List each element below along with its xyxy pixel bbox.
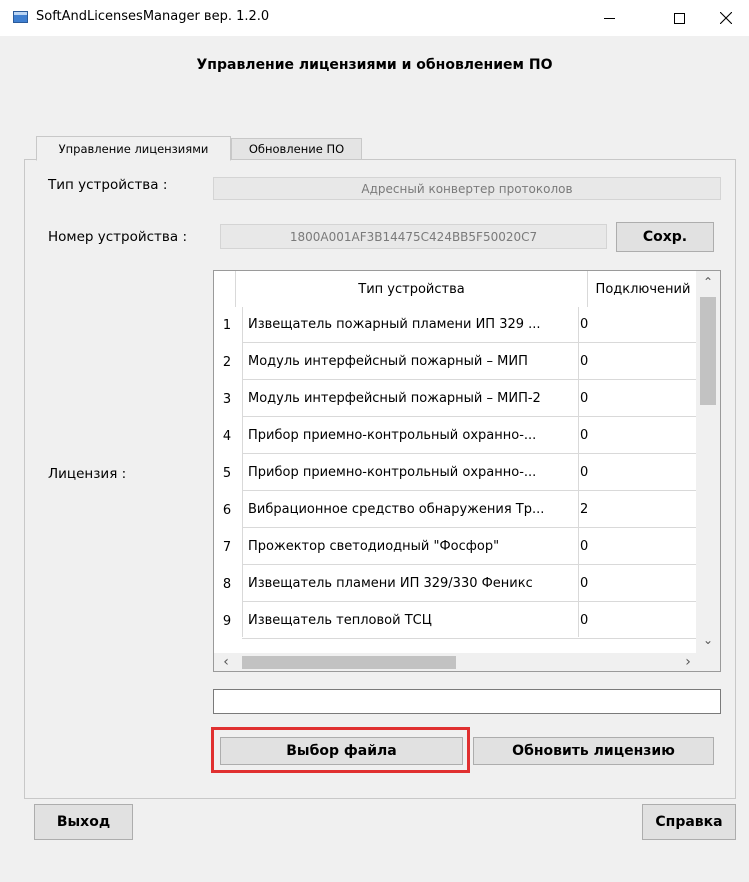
horizontal-scroll-thumb[interactable]: [242, 656, 456, 669]
page-title: Управление лицензиями и обновлением ПО: [196, 57, 553, 73]
connections-cell: 0: [578, 455, 696, 491]
table-row[interactable]: 5 Прибор приемно-контрольный охранно-...…: [214, 455, 696, 492]
header-connections[interactable]: Подключений: [588, 271, 698, 307]
device-type-cell: Извещатель пламени ИП 329/330 Феникс: [242, 566, 582, 602]
row-number: 4: [222, 429, 232, 444]
table-row[interactable]: 4 Прибор приемно-контрольный охранно-...…: [214, 418, 696, 455]
minimize-button[interactable]: [586, 0, 632, 36]
table-row[interactable]: 2 Модуль интерфейсный пожарный – МИП 0: [214, 344, 696, 381]
connections-cell: 0: [578, 529, 696, 565]
device-type-cell: Прибор приемно-контрольный охранно-...: [242, 418, 582, 454]
row-number: 8: [222, 577, 232, 592]
highlight-frame: [211, 727, 470, 773]
exit-button[interactable]: Выход: [34, 804, 133, 840]
device-type-cell: Модуль интерфейсный пожарный – МИП-2: [242, 381, 582, 417]
table-row[interactable]: 7 Прожектор светодиодный "Фосфор" 0: [214, 529, 696, 566]
device-type-cell: Вибрационное средство обнаружения Тр...: [242, 492, 582, 528]
table-body: 1 Извещатель пожарный пламени ИП 329 ...…: [214, 307, 696, 640]
table-header: Тип устройства Подключений: [214, 271, 696, 307]
horizontal-scrollbar[interactable]: ‹ ›: [214, 653, 696, 671]
table-row[interactable]: 3 Модуль интерфейсный пожарный – МИП-2 0: [214, 381, 696, 418]
device-number-field: 1800A001AF3B14475C424BB5F50020C7: [220, 224, 607, 249]
header-device-type[interactable]: Тип устройства: [236, 271, 588, 307]
tab-software-update[interactable]: Обновление ПО: [231, 138, 362, 160]
title-bar: SoftAndLicensesManager вер. 1.2.0: [0, 0, 749, 36]
device-type-cell: Прибор приемно-контрольный охранно-...: [242, 455, 582, 491]
license-table[interactable]: Тип устройства Подключений 1 Извещатель …: [213, 270, 721, 672]
minimize-icon: [603, 17, 615, 19]
device-type-cell: Извещатель пожарный пламени ИП 329 ...: [242, 307, 582, 343]
connections-cell: 0: [578, 307, 696, 343]
connections-cell: 0: [578, 381, 696, 417]
scroll-left-icon[interactable]: ‹: [214, 654, 238, 670]
table-row[interactable]: 6 Вибрационное средство обнаружения Тр..…: [214, 492, 696, 529]
table-row[interactable]: 1 Извещатель пожарный пламени ИП 329 ...…: [214, 307, 696, 344]
license-label: Лицензия :: [48, 466, 127, 482]
update-license-button[interactable]: Обновить лицензию: [473, 737, 714, 765]
close-icon: [720, 12, 732, 24]
connections-cell: 0: [578, 344, 696, 380]
device-type-cell: Извещатель тепловой ТСЦ: [242, 603, 582, 639]
row-number: 6: [222, 503, 232, 518]
device-type-cell: Модуль интерфейсный пожарный – МИП: [242, 344, 582, 380]
device-type-field: Адресный конвертер протоколов: [213, 177, 721, 200]
device-number-label: Номер устройства :: [48, 229, 187, 245]
header-row-number: [214, 271, 236, 307]
vertical-scroll-thumb[interactable]: [700, 297, 716, 405]
scroll-up-icon[interactable]: ⌃: [696, 275, 720, 289]
close-button[interactable]: [703, 0, 749, 36]
connections-cell: 0: [578, 418, 696, 454]
row-number: 7: [222, 540, 232, 555]
vertical-scrollbar[interactable]: ⌃ ⌄: [696, 271, 720, 653]
scroll-down-icon[interactable]: ⌄: [696, 633, 720, 647]
save-button[interactable]: Сохр.: [616, 222, 714, 252]
connections-cell: 0: [578, 603, 696, 639]
tab-license-management[interactable]: Управление лицензиями: [36, 136, 231, 161]
row-number: 3: [222, 392, 232, 407]
scroll-corner: [696, 653, 720, 671]
window-title: SoftAndLicensesManager вер. 1.2.0: [36, 9, 270, 24]
row-number: 1: [222, 318, 232, 333]
table-row[interactable]: 8 Извещатель пламени ИП 329/330 Феникс 0: [214, 566, 696, 603]
table-row[interactable]: 9 Извещатель тепловой ТСЦ 0: [214, 603, 696, 640]
help-button[interactable]: Справка: [642, 804, 736, 840]
device-type-label: Тип устройства :: [48, 177, 168, 193]
connections-cell: 0: [578, 566, 696, 602]
maximize-icon: [673, 12, 685, 24]
file-path-field[interactable]: [213, 689, 721, 714]
device-type-cell: Прожектор светодиодный "Фосфор": [242, 529, 582, 565]
row-number: 2: [222, 355, 232, 370]
app-icon: [13, 11, 28, 23]
row-number: 9: [222, 614, 232, 629]
maximize-button[interactable]: [656, 0, 702, 36]
connections-cell: 2: [578, 492, 696, 528]
row-number: 5: [222, 466, 232, 481]
